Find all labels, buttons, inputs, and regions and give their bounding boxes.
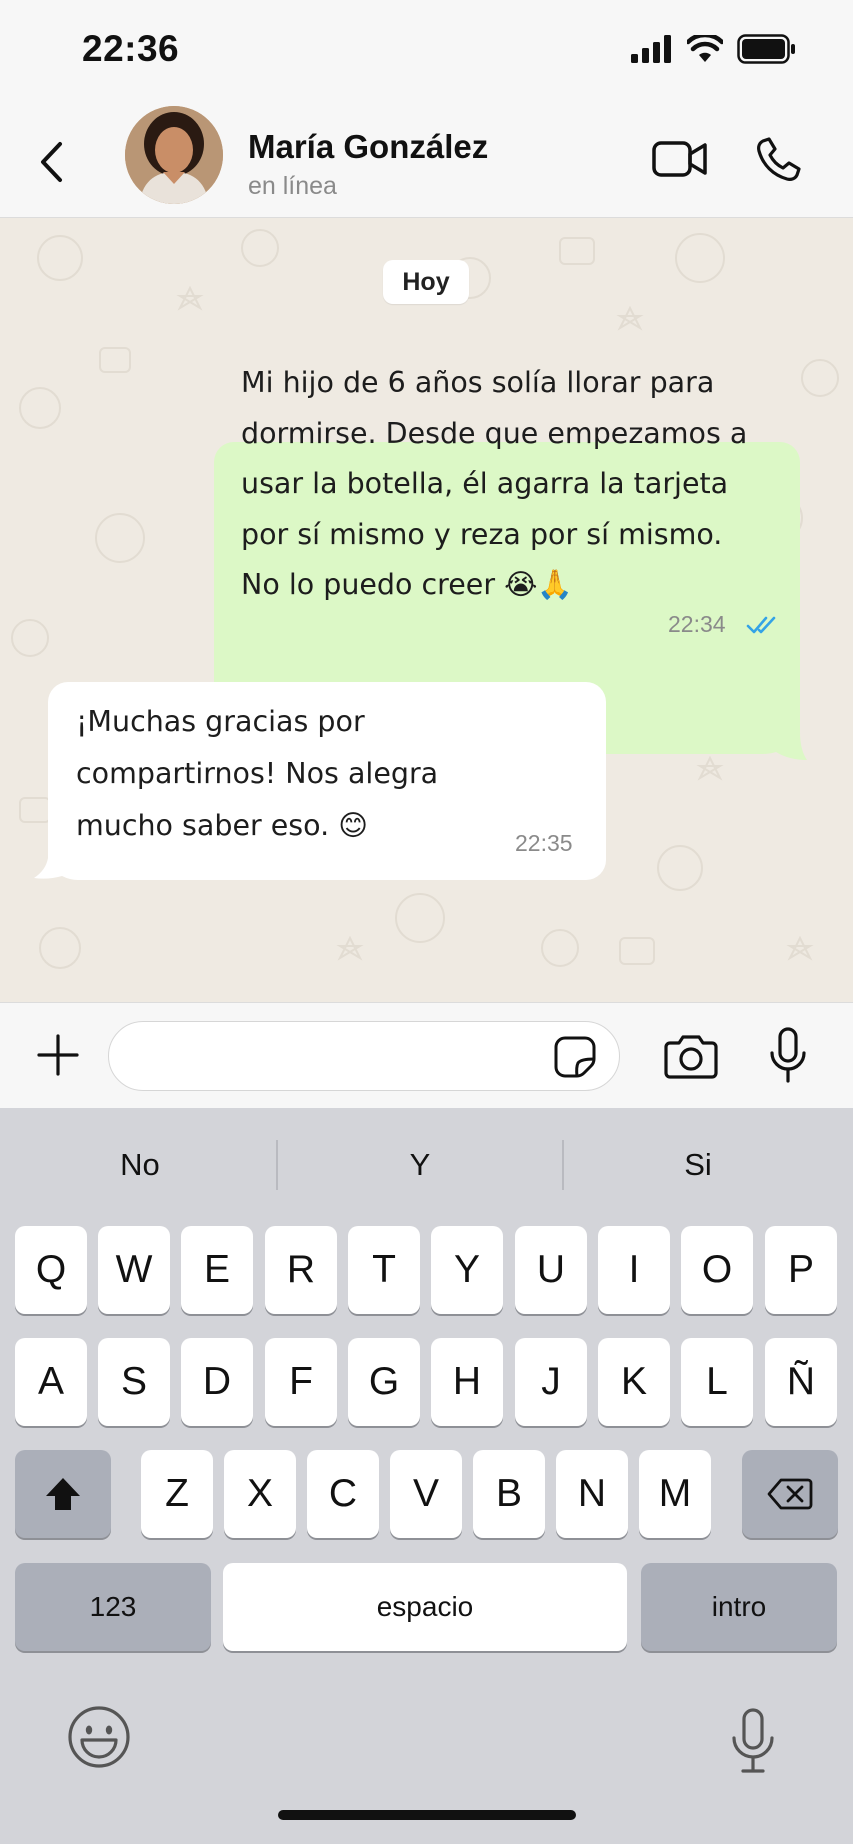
message-line: por sí mismo y reza por sí mismo. (241, 517, 723, 551)
incoming-message-time: 22:35 (515, 830, 573, 856)
key-a[interactable]: A (15, 1338, 87, 1426)
key-b[interactable]: B (473, 1450, 545, 1538)
voice-message-button[interactable] (768, 1027, 808, 1083)
message-line: Mi hijo de 6 años solía llorar para (241, 366, 715, 399)
microphone-icon (770, 1027, 806, 1083)
date-chip: Hoy (383, 260, 469, 304)
key-d[interactable]: D (181, 1338, 253, 1426)
suggestion-bar: No Y Si (0, 1108, 853, 1220)
message-line: dormirse. Desde que empezamos a (241, 416, 748, 450)
suggestion-item[interactable]: Si (578, 1138, 818, 1192)
home-indicator[interactable] (278, 1810, 576, 1820)
message-line: mucho saber eso. 😊 (76, 809, 368, 842)
wifi-icon (687, 35, 723, 62)
space-key[interactable]: espacio (223, 1563, 627, 1651)
signal-bars-icon (631, 35, 671, 63)
microphone-icon (732, 1708, 774, 1773)
key-t[interactable]: T (348, 1226, 420, 1314)
key-j[interactable]: J (515, 1338, 587, 1426)
battery-icon (737, 34, 795, 64)
chat-area[interactable]: Hoy Mi hijo de 6 años solía llorar para … (0, 218, 853, 1002)
camera-button[interactable] (664, 1033, 718, 1079)
sticker-icon (554, 1036, 596, 1078)
message-input-bar (0, 1002, 853, 1108)
status-bar: 22:36 (0, 0, 853, 104)
backspace-key[interactable] (742, 1450, 838, 1538)
key-e[interactable]: E (181, 1226, 253, 1314)
contact-name[interactable]: María González (248, 128, 488, 166)
key-o[interactable]: O (681, 1226, 753, 1314)
suggestion-item[interactable]: No (20, 1138, 260, 1192)
suggestion-divider (276, 1140, 278, 1190)
double-check-read-icon (746, 616, 776, 634)
voice-call-button[interactable] (752, 132, 806, 186)
message-line: No lo puedo creer 😭🙏 (241, 568, 573, 601)
add-attachment-button[interactable] (34, 1031, 82, 1079)
key-g[interactable]: G (348, 1338, 420, 1426)
key-y[interactable]: Y (431, 1226, 503, 1314)
key-h[interactable]: H (431, 1338, 503, 1426)
key-c[interactable]: C (307, 1450, 379, 1538)
key-z[interactable]: Z (141, 1450, 213, 1538)
contact-status: en línea (248, 172, 337, 200)
back-button[interactable] (28, 132, 76, 192)
key-r[interactable]: R (265, 1226, 337, 1314)
status-icons (631, 34, 797, 64)
key-u[interactable]: U (515, 1226, 587, 1314)
shift-key[interactable] (15, 1450, 111, 1538)
key-m[interactable]: M (639, 1450, 711, 1538)
key-p[interactable]: P (765, 1226, 837, 1314)
emoji-key[interactable] (66, 1704, 132, 1770)
key-x[interactable]: X (224, 1450, 296, 1538)
key-n-tilde[interactable]: Ñ (765, 1338, 837, 1426)
key-n[interactable]: N (556, 1450, 628, 1538)
key-s[interactable]: S (98, 1338, 170, 1426)
key-v[interactable]: V (390, 1450, 462, 1538)
phone-icon (757, 137, 801, 181)
video-call-button[interactable] (650, 134, 710, 184)
outgoing-message-time: 22:34 (668, 611, 726, 637)
backspace-icon (767, 1478, 813, 1510)
video-camera-icon (652, 141, 707, 177)
suggestion-item[interactable]: Y (300, 1138, 540, 1192)
chevron-left-icon (41, 142, 62, 182)
incoming-message-text: ¡Muchas gracias por compartirnos! Nos al… (76, 696, 536, 852)
sticker-button[interactable] (553, 1035, 597, 1079)
avatar[interactable] (125, 106, 223, 204)
return-key[interactable]: intro (641, 1563, 837, 1651)
message-line: compartirnos! Nos alegra (76, 757, 439, 790)
date-label: Hoy (402, 267, 450, 296)
message-line: ¡Muchas gracias por (76, 705, 365, 738)
message-input[interactable] (108, 1021, 620, 1091)
key-w[interactable]: W (98, 1226, 170, 1314)
camera-icon (664, 1035, 718, 1079)
plus-icon (37, 1034, 79, 1076)
emoji-icon (68, 1706, 130, 1768)
outgoing-message-text: Mi hijo de 6 años solía llorar para dorm… (241, 358, 761, 611)
status-time: 22:36 (82, 28, 180, 69)
suggestion-divider (562, 1140, 564, 1190)
shift-icon (46, 1478, 80, 1510)
numbers-key[interactable]: 123 (15, 1563, 211, 1651)
chat-header: María González en línea (0, 104, 853, 218)
key-f[interactable]: F (265, 1338, 337, 1426)
key-i[interactable]: I (598, 1226, 670, 1314)
key-q[interactable]: Q (15, 1226, 87, 1314)
key-l[interactable]: L (681, 1338, 753, 1426)
avatar-image (125, 106, 223, 204)
message-line: usar la botella, él agarra la tarjeta (241, 467, 729, 500)
key-k[interactable]: K (598, 1338, 670, 1426)
dictation-key[interactable] (730, 1708, 776, 1774)
